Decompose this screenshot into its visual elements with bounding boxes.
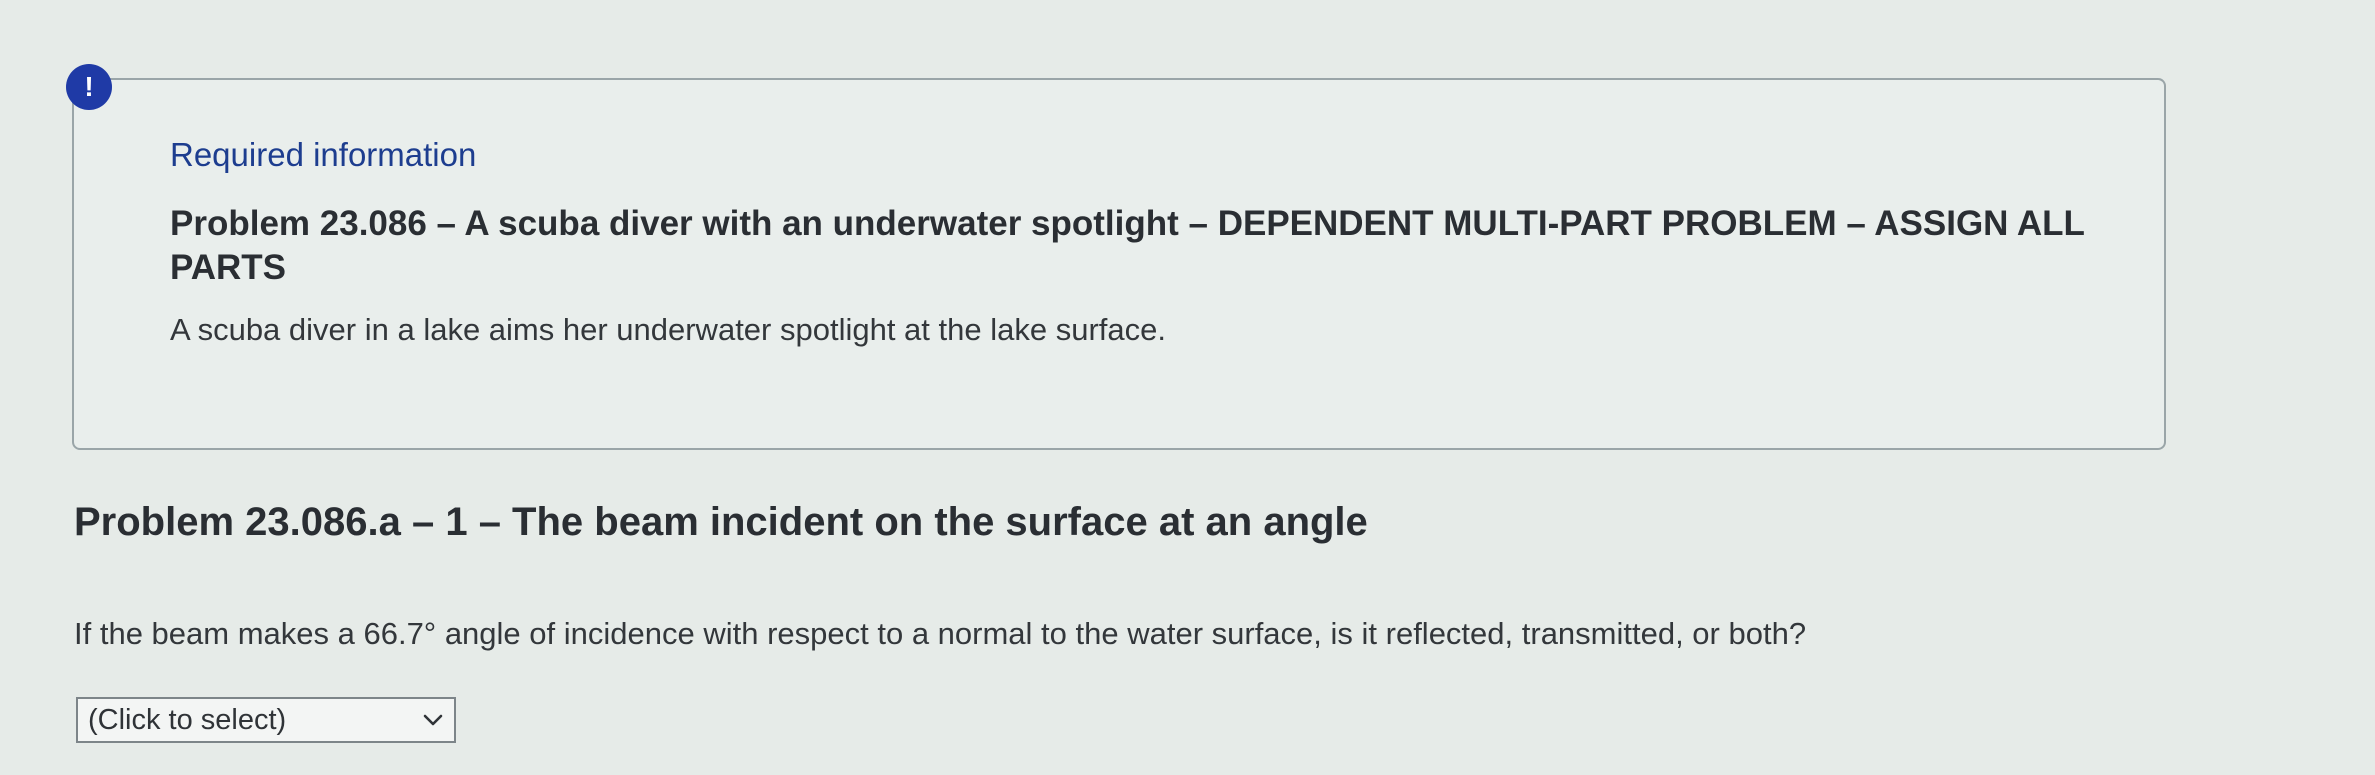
part-title: Problem 23.086.a – 1 – The beam incident… [74, 500, 1368, 544]
info-heading: Required information [170, 136, 477, 173]
exclamation-icon: ! [84, 71, 94, 102]
answer-select[interactable]: (Click to select) [76, 697, 456, 743]
problem-title: Problem 23.086 – A scuba diver with an u… [170, 204, 2085, 287]
required-info-panel: Required information Problem 23.086 – A … [72, 78, 2166, 450]
problem-description: A scuba diver in a lake aims her underwa… [170, 312, 1166, 347]
answer-select-value: (Click to select) [88, 703, 287, 736]
chevron-down-icon [422, 709, 444, 731]
question-text: If the beam makes a 66.7° angle of incid… [74, 616, 1807, 651]
alert-icon: ! [66, 64, 112, 110]
